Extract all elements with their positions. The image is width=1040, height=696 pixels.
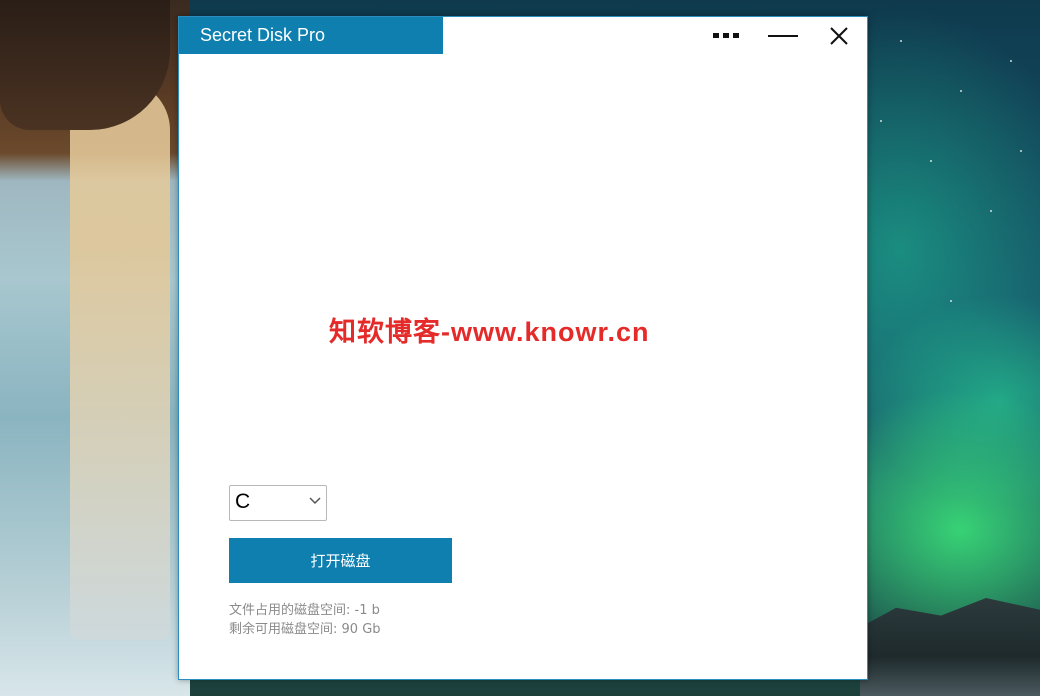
watermark-text: 知软博客-www.knowr.cn xyxy=(329,317,650,347)
star xyxy=(930,160,932,162)
chevron-down-icon xyxy=(309,497,321,505)
more-options-button[interactable] xyxy=(709,21,745,51)
mountain-ridge-scenery xyxy=(860,598,1040,696)
used-space-value: -1 b xyxy=(354,603,380,618)
more-icon xyxy=(713,33,739,38)
window-title: Secret Disk Pro xyxy=(179,17,443,54)
close-icon xyxy=(830,27,848,45)
star xyxy=(990,210,992,212)
app-window: Secret Disk Pro 知软博客-www.knowr.cn C 打开磁盘… xyxy=(178,16,868,680)
used-space-label: 文件占用的磁盘空间: xyxy=(229,603,351,618)
minimize-button[interactable] xyxy=(765,21,801,51)
open-disk-button[interactable]: 打开磁盘 xyxy=(229,538,452,583)
star xyxy=(1020,150,1022,152)
star xyxy=(900,40,902,42)
ice-cliff-scenery xyxy=(0,0,190,696)
close-button[interactable] xyxy=(821,21,857,51)
free-space-value: 90 Gb xyxy=(341,622,381,637)
free-space-info: 剩余可用磁盘空间: 90 Gb xyxy=(229,618,381,637)
star xyxy=(1010,60,1012,62)
star xyxy=(960,90,962,92)
free-space-label: 剩余可用磁盘空间: xyxy=(229,622,338,637)
star xyxy=(950,300,952,302)
drive-select[interactable]: C xyxy=(229,485,327,521)
drive-select-value: C xyxy=(235,490,251,513)
star xyxy=(880,120,882,122)
minimize-icon xyxy=(768,35,798,37)
used-space-info: 文件占用的磁盘空间: -1 b xyxy=(229,599,380,618)
